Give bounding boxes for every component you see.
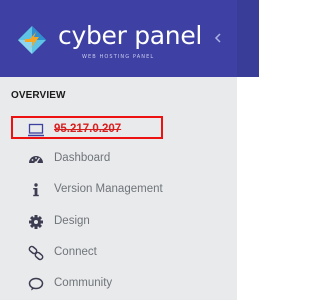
brand-name: cyber panel [58,21,203,50]
sidebar-item-label: Version Management [54,183,163,195]
chevron-left-icon[interactable] [214,32,222,44]
sidebar-item-label: Dashboard [54,152,111,164]
sidebar-item-community[interactable]: Community [0,268,237,300]
brand-tagline: WEB HOSTING PANEL [82,54,155,60]
sidebar-item-label: Community [54,277,113,289]
header-extension [237,0,259,77]
sidebar-item-version-management[interactable]: Version Management [0,174,237,206]
sidebar-item-design[interactable]: Design [0,206,237,238]
dashboard-icon [29,156,43,165]
sidebar-item-dashboard[interactable]: Dashboard [0,143,237,175]
section-title-overview: OVERVIEW [11,90,66,101]
chat-icon [28,277,44,291]
annotation-highlight-box [11,116,163,139]
sidebar: OVERVIEW 95.217.0.207 Dashboard Version … [0,77,237,300]
sidebar-item-label: Connect [54,246,97,258]
sidebar-item-connect[interactable]: Connect [0,237,237,269]
sidebar-item-label: Design [54,215,90,227]
gear-icon [29,215,43,229]
cyberpanel-logo-icon [18,26,46,54]
top-header: cyber panel WEB HOSTING PANEL [0,0,237,77]
info-icon [33,183,39,197]
link-icon [28,245,44,261]
